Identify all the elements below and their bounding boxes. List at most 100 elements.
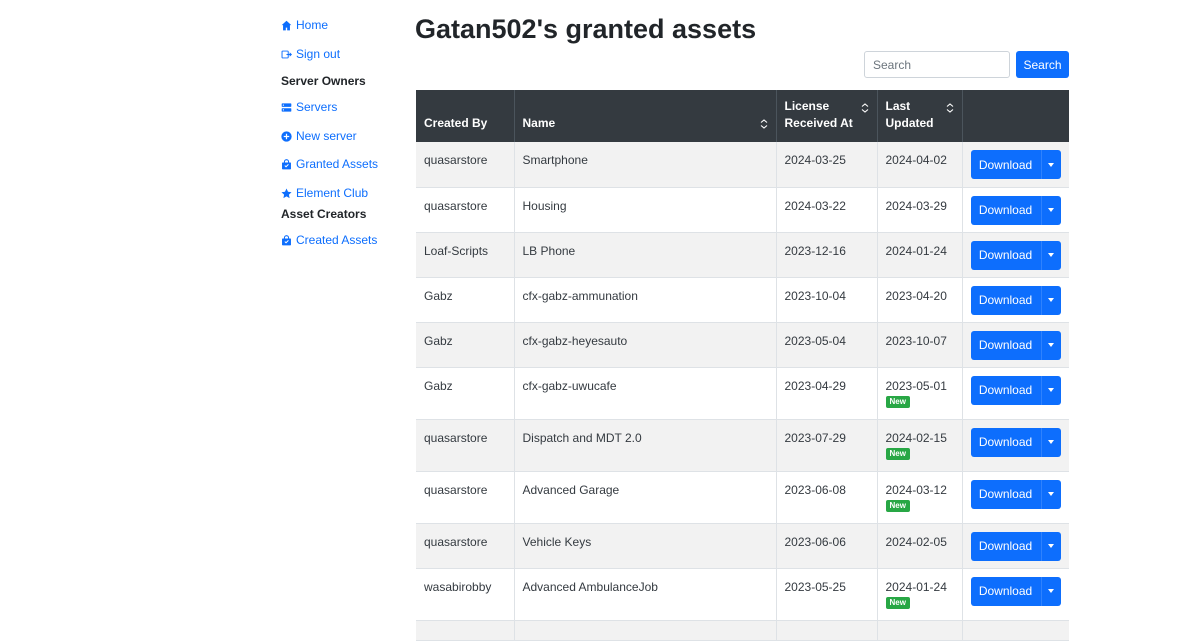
cell-last-updated: 2024-02-05 bbox=[877, 523, 963, 569]
download-button[interactable]: Download bbox=[970, 576, 1041, 606]
sort-icon[interactable] bbox=[760, 119, 768, 129]
table-body: quasarstore Smartphone 2024-03-25 2024-04-0… bbox=[416, 142, 1069, 641]
sidebar-item-label: Element Club bbox=[296, 186, 369, 200]
download-button[interactable]: Download bbox=[970, 375, 1041, 405]
cell-last-updated-text: 2024-03-29 bbox=[885, 198, 947, 213]
download-button[interactable]: Download bbox=[970, 195, 1041, 225]
sort-icon[interactable] bbox=[946, 103, 954, 113]
cell-name: LB Phone bbox=[514, 232, 777, 278]
cell-name: Vehicle Keys bbox=[514, 523, 777, 569]
table-row: Gabz cfx-gabz-ammunation 2023-10-04 2023-04… bbox=[416, 277, 1069, 323]
column-header-label: Received At bbox=[784, 116, 853, 130]
table-row: quasarstore Dispatch and MDT 2.0 2023-07-2… bbox=[416, 419, 1069, 472]
assets-table-container: Created By Name License Received At Last… bbox=[416, 90, 1069, 641]
sidebar-item-home[interactable]: Home bbox=[281, 18, 328, 32]
cell-created-by-text: quasarstore bbox=[424, 153, 488, 167]
download-dropdown-toggle[interactable] bbox=[1040, 576, 1061, 606]
search-button[interactable]: Search bbox=[1016, 51, 1069, 78]
server-icon bbox=[281, 102, 292, 113]
cell-actions: Download bbox=[962, 471, 1069, 524]
cell-license-received-text: 2023-04-29 bbox=[784, 378, 846, 393]
download-dropdown-toggle[interactable] bbox=[1040, 479, 1061, 509]
download-dropdown-toggle[interactable] bbox=[1040, 285, 1061, 315]
download-dropdown-toggle[interactable] bbox=[1040, 330, 1061, 360]
cell-license-received-text: 2023-05-25 bbox=[784, 579, 846, 594]
cell-created-by: wasabirobby bbox=[416, 568, 515, 621]
download-button-group: Download bbox=[970, 150, 1061, 179]
cell-license-received: 2024-03-25 bbox=[776, 142, 878, 188]
new-badge: New bbox=[885, 395, 910, 408]
table-row: wasabirobby Advanced AmbulanceJob 2023-05-… bbox=[416, 568, 1069, 621]
download-dropdown-toggle[interactable] bbox=[1040, 150, 1061, 179]
cell-actions: Download bbox=[962, 523, 1069, 569]
cell-name: Housing bbox=[514, 187, 777, 233]
cell-name-text: Advanced Garage bbox=[522, 482, 620, 497]
cell-actions bbox=[962, 620, 1069, 641]
download-button[interactable]: Download bbox=[970, 479, 1041, 509]
sidebar-item-label: Granted Assets bbox=[296, 157, 379, 171]
download-button[interactable]: Download bbox=[970, 330, 1041, 360]
cell-last-updated-text: 2024-01-24 bbox=[885, 579, 947, 594]
download-button-group: Download bbox=[970, 240, 1061, 270]
cell-license-received bbox=[776, 620, 878, 641]
column-header-label: Updated bbox=[885, 116, 934, 130]
cell-last-updated: 2024-02-15 New bbox=[877, 419, 963, 472]
search-input[interactable] bbox=[864, 51, 1010, 78]
download-button[interactable]: Download bbox=[970, 427, 1041, 457]
sidebar-item-created-assets[interactable]: Created Assets bbox=[281, 233, 377, 247]
sidebar-item-granted-assets[interactable]: Granted Assets bbox=[281, 157, 378, 171]
caret-down-icon bbox=[1048, 440, 1054, 444]
table-row: quasarstore Advanced Garage 2023-06-08 2024… bbox=[416, 471, 1069, 524]
caret-down-icon bbox=[1048, 162, 1054, 167]
sidebar-item-new-server[interactable]: New server bbox=[281, 129, 357, 143]
download-dropdown-toggle[interactable] bbox=[1040, 531, 1061, 561]
cell-name-text: Housing bbox=[522, 198, 567, 213]
cell-actions: Download bbox=[962, 277, 1069, 323]
column-header-label: License bbox=[784, 99, 830, 113]
column-header-last-updated[interactable]: Last Updated bbox=[877, 90, 963, 142]
sidebar-item-sign-out[interactable]: Sign out bbox=[281, 47, 340, 61]
sidebar-item-element-club[interactable]: Element Club bbox=[281, 186, 368, 200]
download-button[interactable]: Download bbox=[970, 285, 1041, 315]
cell-created-by: quasarstore bbox=[416, 471, 515, 524]
download-dropdown-toggle[interactable] bbox=[1040, 427, 1061, 457]
download-button[interactable]: Download bbox=[970, 150, 1041, 179]
column-header-label: Created By bbox=[424, 116, 488, 130]
cell-created-by bbox=[416, 620, 515, 641]
cell-last-updated-text: 2024-02-05 bbox=[885, 534, 947, 549]
cell-last-updated bbox=[877, 620, 963, 641]
column-header-created-by: Created By bbox=[416, 90, 515, 142]
column-header-name[interactable]: Name bbox=[514, 90, 777, 142]
download-dropdown-toggle[interactable] bbox=[1040, 195, 1061, 225]
cell-last-updated-text: 2023-10-07 bbox=[885, 333, 947, 348]
download-dropdown-toggle[interactable] bbox=[1040, 375, 1061, 405]
cell-created-by-text: quasarstore bbox=[424, 534, 488, 549]
download-button[interactable]: Download bbox=[970, 531, 1041, 561]
new-badge: New bbox=[885, 447, 910, 460]
cell-name: Smartphone bbox=[514, 142, 777, 188]
cell-last-updated: 2023-10-07 bbox=[877, 322, 963, 368]
sort-icon[interactable] bbox=[861, 103, 869, 113]
cell-created-by-text: Gabz bbox=[424, 288, 453, 303]
cell-created-by-text: Gabz bbox=[424, 378, 453, 393]
download-dropdown-toggle[interactable] bbox=[1040, 240, 1061, 270]
cell-name-text: Vehicle Keys bbox=[522, 534, 592, 549]
cell-created-by: quasarstore bbox=[416, 142, 515, 188]
cell-name: cfx-gabz-heyesauto bbox=[514, 322, 777, 368]
column-header-label: Name bbox=[522, 116, 556, 130]
star-icon bbox=[281, 188, 292, 199]
table-row: quasarstore Vehicle Keys 2023-06-06 2024-02… bbox=[416, 523, 1069, 569]
download-button[interactable]: Download bbox=[970, 240, 1041, 270]
section-server-owners: Server Owners bbox=[281, 74, 366, 88]
download-button-group: Download bbox=[970, 330, 1061, 360]
cell-last-updated: 2023-05-01 New bbox=[877, 367, 963, 420]
assets-table: Created By Name License Received At Last… bbox=[416, 90, 1069, 641]
column-header-actions bbox=[962, 90, 1069, 142]
cell-license-received-text: 2024-03-22 bbox=[784, 198, 846, 213]
cell-created-by-text: quasarstore bbox=[424, 482, 488, 497]
sidebar-item-servers[interactable]: Servers bbox=[281, 100, 337, 114]
shopping-bag-icon bbox=[281, 234, 292, 246]
cell-actions: Download bbox=[962, 419, 1069, 472]
column-header-license-received[interactable]: License Received At bbox=[776, 90, 878, 142]
sidebar-item-label: Sign out bbox=[296, 47, 341, 61]
